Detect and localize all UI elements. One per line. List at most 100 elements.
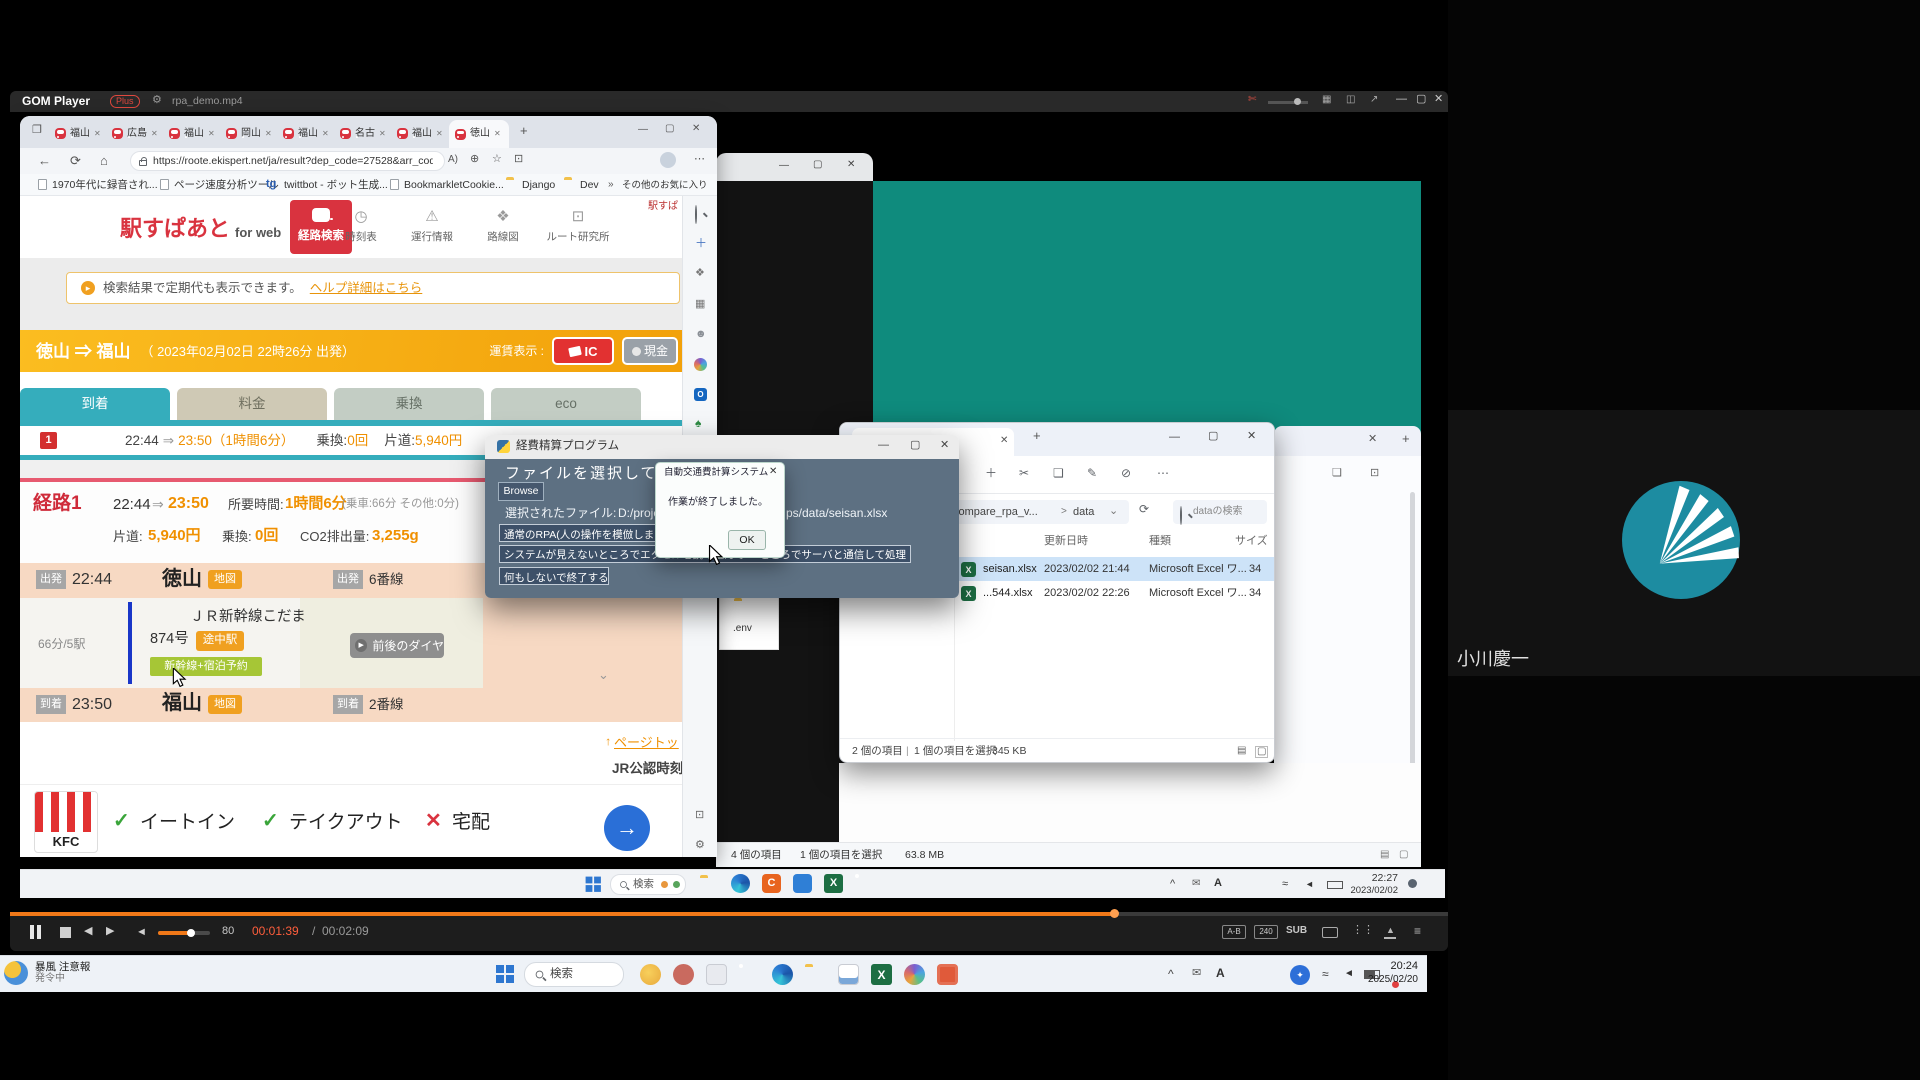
- details-view-icon[interactable]: ▢: [1399, 850, 1408, 860]
- ok-button[interactable]: OK: [728, 530, 766, 550]
- tab-close-icon[interactable]: ✕: [494, 130, 501, 138]
- bookmark-item[interactable]: Django: [522, 180, 555, 191]
- tree-planting-icon[interactable]: ♠: [695, 417, 701, 429]
- start-button[interactable]: [496, 965, 504, 973]
- table-row[interactable]: X seisan.xlsx 2023/02/02 21:44 Microsoft…: [956, 557, 1274, 581]
- tab-close-icon[interactable]: ✕: [322, 130, 329, 138]
- taskbar-search[interactable]: 検索: [524, 962, 624, 987]
- tray-expand-icon[interactable]: ^: [1168, 968, 1174, 980]
- capture-button[interactable]: [1322, 927, 1338, 938]
- titlebar-slider-knob[interactable]: [1294, 98, 1301, 105]
- browser-tab[interactable]: 福山 ✕: [164, 121, 221, 146]
- bookmark-item[interactable]: ページ速度分析ツール: [174, 180, 279, 191]
- app-taskbar-icon[interactable]: [793, 874, 812, 893]
- more-icon[interactable]: ⋯: [1157, 467, 1169, 479]
- refresh-icon[interactable]: ⟳: [70, 154, 81, 167]
- tab-close-icon[interactable]: ✕: [151, 130, 158, 138]
- excel-taskbar-icon[interactable]: X: [824, 874, 843, 893]
- speaker-icon[interactable]: ◄: [1305, 880, 1314, 889]
- line-name[interactable]: ＪＲ新幹線こだま: [190, 610, 306, 625]
- ab-repeat-button[interactable]: A-B: [1222, 925, 1246, 939]
- brand-name[interactable]: 駅すぱあと: [120, 218, 230, 240]
- env-tree-item[interactable]: .env: [719, 592, 779, 650]
- pin-icon[interactable]: ◫: [1346, 95, 1355, 105]
- copy-icon[interactable]: ❏: [1053, 467, 1064, 479]
- exit-button[interactable]: 何もしないで終了する: [499, 567, 609, 585]
- new-item-icon[interactable]: ＋: [985, 467, 997, 479]
- minimize-button[interactable]: —: [638, 125, 648, 135]
- photos-taskbar-icon[interactable]: [904, 964, 925, 985]
- bookmark-item[interactable]: Dev: [580, 180, 599, 191]
- tab-search-icon[interactable]: ❐: [32, 125, 42, 136]
- minimize-button[interactable]: —: [779, 161, 789, 171]
- pause-button[interactable]: [30, 925, 34, 939]
- close-button[interactable]: ✕: [1434, 94, 1443, 105]
- chevron-down-icon[interactable]: ⌄: [598, 668, 609, 681]
- wifi-icon[interactable]: ≈: [1282, 879, 1288, 890]
- next-button[interactable]: ▶: [106, 926, 114, 937]
- browser-tab[interactable]: 福山 ✕: [392, 121, 449, 146]
- bookmark-item[interactable]: BookmarkletCookie...: [404, 180, 504, 191]
- sidebar-tools-icon[interactable]: ▦: [695, 299, 705, 310]
- paste-icon[interactable]: ⊡: [1370, 468, 1379, 479]
- maximize-button[interactable]: ▢: [665, 124, 674, 134]
- browser-tab[interactable]: 岡山 ✕: [221, 121, 278, 146]
- maximize-button[interactable]: ▢: [1208, 431, 1218, 442]
- url-box[interactable]: https://roote.ekispert.net/ja/result?dep…: [130, 151, 445, 171]
- ime-indicator[interactable]: A: [1214, 878, 1222, 889]
- tab-close-icon[interactable]: ✕: [208, 130, 215, 138]
- avatar[interactable]: [660, 152, 676, 168]
- sidebar-add-icon[interactable]: ＋: [695, 237, 707, 249]
- favorite-star-icon[interactable]: ☆: [492, 154, 502, 165]
- list-view-icon[interactable]: ▤: [1237, 746, 1246, 756]
- reserve-button[interactable]: 新幹線+宿泊予約: [150, 657, 262, 676]
- table-row[interactable]: X ...544.xlsx 2023/02/02 22:26 Microsoft…: [956, 581, 1274, 605]
- gear-icon[interactable]: ⚙: [152, 95, 162, 106]
- bookmark-item[interactable]: 1970年代に録音され...: [52, 180, 158, 191]
- eject-button[interactable]: ▲: [1386, 926, 1395, 935]
- tab-eco[interactable]: eco: [491, 388, 641, 420]
- gom-taskbar-icon[interactable]: [937, 964, 958, 985]
- map-button[interactable]: 地図: [208, 570, 242, 589]
- breadcrumb-current[interactable]: data: [1073, 507, 1094, 518]
- list-view-icon[interactable]: ▤: [1380, 850, 1389, 860]
- map-button[interactable]: 地図: [208, 695, 242, 714]
- pagetop-link[interactable]: ページトッ: [614, 736, 679, 749]
- stops-button[interactable]: 途中駅: [196, 631, 244, 651]
- maximize-button[interactable]: ▢: [813, 160, 822, 170]
- edge-taskbar-icon[interactable]: [731, 874, 750, 893]
- taskbar-search[interactable]: 検索: [610, 874, 686, 895]
- search-icon[interactable]: [695, 205, 697, 224]
- subtitle-button[interactable]: SUB: [1286, 926, 1307, 936]
- home-icon[interactable]: ⌂: [100, 154, 108, 167]
- maximize-button[interactable]: ▢: [1416, 94, 1426, 105]
- more-icon[interactable]: ⋯: [694, 154, 705, 165]
- refresh-icon[interactable]: ⟳: [1139, 503, 1149, 515]
- tab-arrival[interactable]: 到着: [20, 388, 170, 420]
- stop-button[interactable]: [60, 927, 71, 938]
- tab-close-icon[interactable]: ✕: [379, 130, 386, 138]
- seek-knob[interactable]: [1110, 909, 1119, 918]
- titlebar-slider[interactable]: [1268, 101, 1308, 104]
- notification-bell-icon[interactable]: [1408, 879, 1417, 888]
- close-button[interactable]: ✕: [940, 440, 949, 451]
- close-button[interactable]: ✕: [1247, 431, 1256, 442]
- column-header-type[interactable]: 種類: [1149, 536, 1171, 547]
- zoom-icon[interactable]: ⊕: [470, 154, 479, 165]
- close-button[interactable]: ✕: [847, 160, 855, 170]
- delete-icon[interactable]: ⊘: [1121, 467, 1131, 479]
- sidebar-games-icon[interactable]: ☻: [695, 329, 707, 340]
- tab-close-icon[interactable]: ✕: [436, 130, 443, 138]
- browser-tab[interactable]: 広島 ✕: [107, 121, 164, 146]
- rename-icon[interactable]: ✎: [1087, 467, 1097, 479]
- browser-tab[interactable]: 福山 ✕: [278, 121, 335, 146]
- resolution-button[interactable]: 240: [1254, 925, 1278, 939]
- new-tab-button[interactable]: +: [520, 124, 528, 137]
- sidebar-shopping-icon[interactable]: ❖: [695, 268, 705, 279]
- close-button[interactable]: ✕: [769, 467, 777, 477]
- breadcrumb-root[interactable]: compare_rpa_v...: [953, 507, 1038, 518]
- browse-button[interactable]: Browse: [498, 482, 544, 501]
- cut-icon[interactable]: ✂: [1019, 467, 1029, 479]
- nav-operation-info[interactable]: ⚠ 運行情報: [402, 208, 462, 243]
- collections-icon[interactable]: ⊡: [514, 154, 523, 165]
